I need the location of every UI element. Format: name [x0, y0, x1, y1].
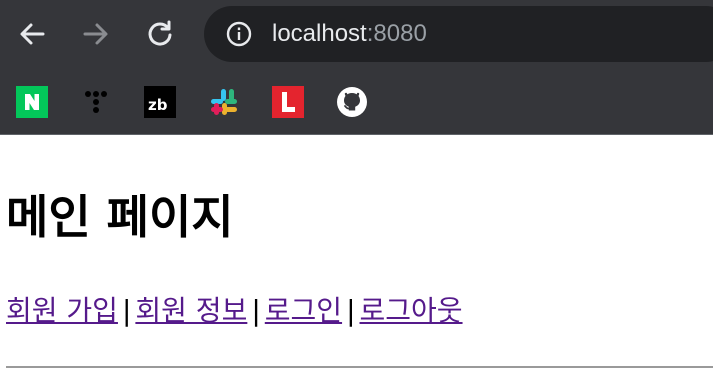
page-content: 메인 페이지 회원 가입 | 회원 정보 | 로그인 | 로그아웃: [0, 135, 713, 331]
url-text[interactable]: localhost:8080: [272, 18, 427, 50]
bookmark-naver[interactable]: [16, 86, 48, 118]
bookmark-github[interactable]: [336, 86, 368, 118]
browser-chrome: localhost:8080 zb: [0, 0, 713, 135]
back-button[interactable]: [15, 17, 49, 51]
address-bar[interactable]: localhost:8080: [204, 6, 713, 62]
slack-icon: [211, 89, 237, 115]
forward-button[interactable]: [79, 17, 113, 51]
url-host: localhost: [272, 20, 367, 47]
nav-links: 회원 가입 | 회원 정보 | 로그인 | 로그아웃: [6, 291, 713, 331]
logout-link[interactable]: 로그아웃: [360, 294, 463, 327]
member-info-link[interactable]: 회원 정보: [135, 294, 247, 327]
naver-icon: [16, 86, 48, 118]
bookmark-tistory[interactable]: [80, 86, 112, 118]
bookmarks-bar: zb: [0, 70, 713, 135]
lotte-l-icon: [272, 86, 304, 118]
reload-icon: [148, 20, 172, 46]
signup-link[interactable]: 회원 가입: [6, 294, 118, 327]
url-port: :8080: [366, 20, 427, 47]
zerobase-icon: zb: [144, 86, 176, 118]
svg-text:zb: zb: [148, 96, 168, 114]
login-link[interactable]: 로그인: [265, 294, 342, 327]
bookmark-zerobase[interactable]: zb: [144, 86, 176, 118]
tistory-icon: [85, 91, 107, 113]
arrow-left-icon: [20, 23, 45, 45]
horizontal-rule: [6, 366, 713, 368]
link-separator: |: [346, 294, 356, 327]
bookmark-slack[interactable]: [208, 86, 240, 118]
arrow-right-icon: [83, 23, 108, 45]
info-icon[interactable]: [226, 21, 252, 47]
browser-toolbar: localhost:8080: [0, 0, 713, 70]
bookmark-lotte[interactable]: [272, 86, 304, 118]
link-separator: |: [251, 294, 261, 327]
page-title: 메인 페이지: [6, 190, 234, 244]
github-icon: [337, 87, 367, 117]
reload-button[interactable]: [143, 17, 177, 51]
link-separator: |: [121, 294, 132, 327]
